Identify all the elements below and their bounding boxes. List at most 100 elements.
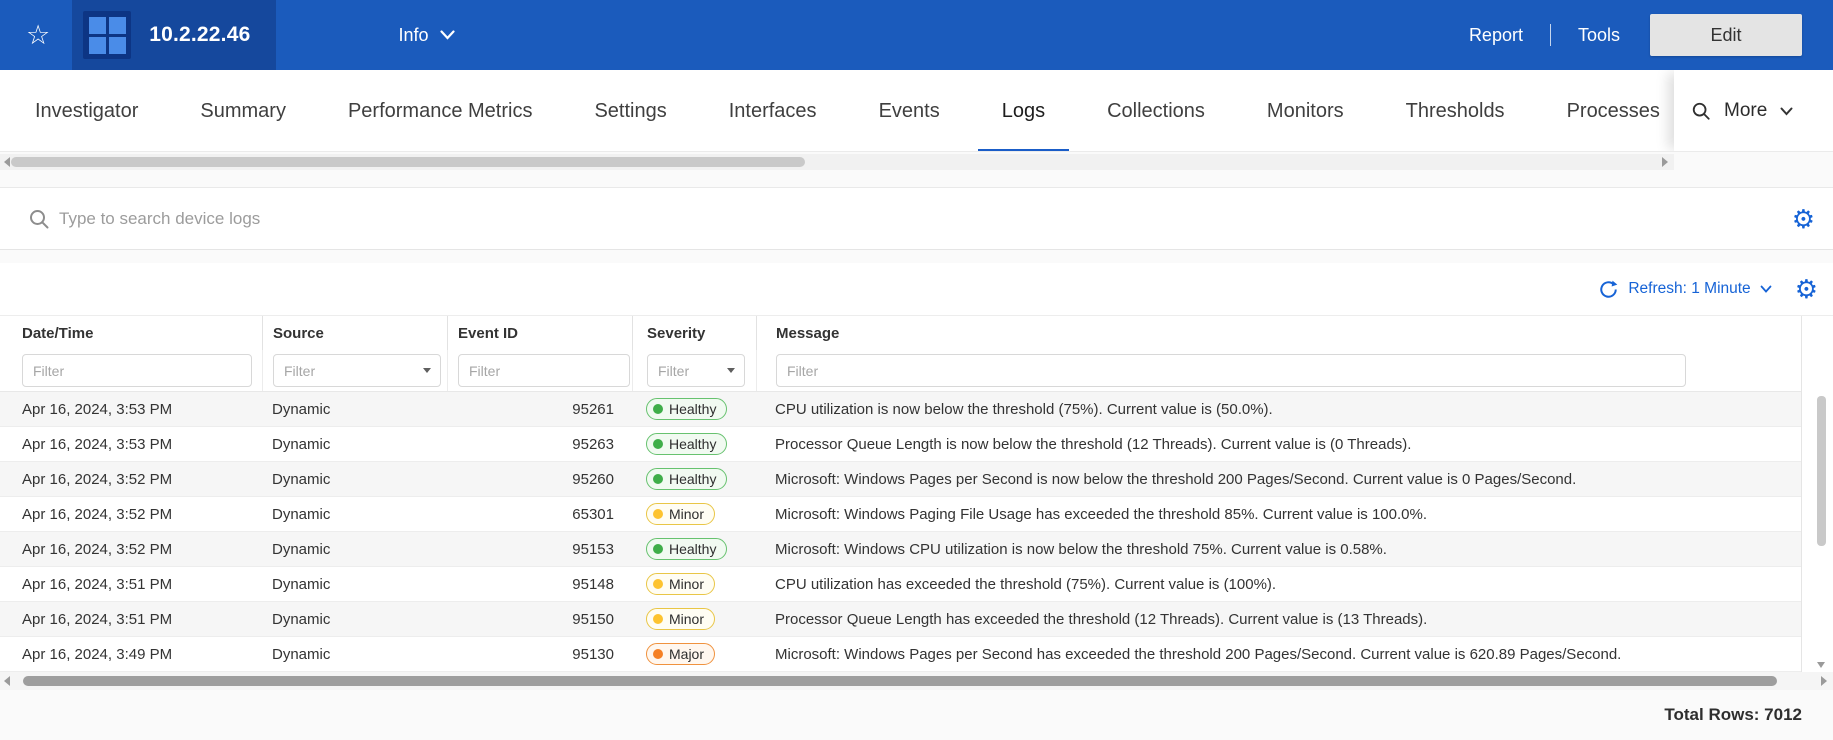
vertical-scrollbar-thumb[interactable] (1817, 396, 1826, 546)
log-source: Dynamic (272, 575, 331, 593)
log-datetime: Apr 16, 2024, 3:53 PM (22, 400, 173, 418)
tab-collections[interactable]: Collections (1076, 70, 1236, 151)
log-datetime: Apr 16, 2024, 3:51 PM (22, 575, 173, 593)
log-datetime: Apr 16, 2024, 3:53 PM (22, 435, 173, 453)
table-settings-gear-icon[interactable]: ⚙ (1795, 276, 1818, 302)
log-row: Apr 16, 2024, 3:53 PM Dynamic 95261 Heal… (0, 392, 1801, 427)
refresh-icon (1600, 280, 1618, 298)
search-settings-gear-icon[interactable]: ⚙ (1792, 206, 1815, 232)
log-table-header: Date/Time Source Event ID Severity Messa… (0, 316, 1801, 350)
log-event-id: 95263 (572, 435, 614, 453)
tabs-scrollbar (0, 152, 1833, 172)
horizontal-scrollbar-thumb[interactable] (23, 676, 1777, 686)
tab-thresholds[interactable]: Thresholds (1375, 70, 1536, 151)
tab-processes[interactable]: Processes (1536, 70, 1674, 151)
tab-monitors[interactable]: Monitors (1236, 70, 1375, 151)
log-message: Processor Queue Length is now below the … (775, 435, 1412, 453)
refresh-interval-dropdown[interactable]: Refresh: 1 Minute (1598, 279, 1772, 300)
log-table-filter-row (0, 350, 1801, 392)
device-investigator-page: ☆ 10.2.22.46 Info Report Tools Edit Inve… (0, 0, 1833, 740)
severity-label: Healthy (669, 401, 717, 417)
log-datetime: Apr 16, 2024, 3:52 PM (22, 470, 173, 488)
filter-message-input[interactable] (776, 354, 1686, 387)
severity-pill: Healthy (646, 468, 728, 490)
tab-events[interactable]: Events (848, 70, 971, 151)
tabs-scrollbar-track[interactable] (0, 154, 1674, 170)
log-row: Apr 16, 2024, 3:52 PM Dynamic 95153 Heal… (0, 532, 1801, 567)
windows-logo-icon (83, 11, 132, 59)
log-datetime: Apr 16, 2024, 3:51 PM (22, 610, 173, 628)
log-source: Dynamic (272, 435, 331, 453)
severity-label: Healthy (669, 541, 717, 557)
favorite-star-icon[interactable]: ☆ (26, 21, 50, 49)
scroll-right-arrow-icon[interactable] (1662, 157, 1668, 167)
severity-pill: Major (646, 643, 716, 665)
scroll-left-arrow-icon[interactable] (4, 157, 10, 167)
log-message: Processor Queue Length has exceeded the … (775, 610, 1428, 628)
info-dropdown[interactable]: Info (398, 24, 455, 46)
log-row: Apr 16, 2024, 3:51 PM Dynamic 95148 Mino… (0, 567, 1801, 602)
filter-event-id-input[interactable] (458, 354, 630, 387)
search-input[interactable] (59, 208, 1724, 229)
log-message: Microsoft: Windows CPU utilization is no… (775, 540, 1387, 558)
tab-search-icon[interactable] (1691, 101, 1711, 121)
horizontal-scrollbar[interactable] (0, 672, 1833, 690)
severity-label: Minor (669, 576, 705, 592)
more-menu[interactable]: More (1674, 70, 1833, 151)
log-source: Dynamic (272, 470, 331, 488)
vertical-scrollbar[interactable] (1816, 394, 1827, 670)
log-source: Dynamic (272, 400, 331, 418)
column-header-source[interactable]: Source (262, 316, 447, 350)
refresh-interval-label: Refresh: 1 Minute (1628, 280, 1751, 297)
severity-pill: Minor (646, 503, 716, 525)
log-event-id: 65301 (572, 505, 614, 523)
column-header-severity[interactable]: Severity (632, 316, 756, 350)
filter-source-select[interactable] (273, 354, 441, 387)
tab-settings[interactable]: Settings (563, 70, 697, 151)
tabs-scrollbar-thumb[interactable] (11, 157, 805, 167)
severity-label: Minor (669, 506, 705, 522)
scroll-left-arrow-icon[interactable] (4, 676, 10, 686)
severity-pill: Minor (646, 573, 716, 595)
total-rows-label: Total Rows: 7012 (1664, 705, 1802, 724)
tab-performance-metrics[interactable]: Performance Metrics (317, 70, 564, 151)
scroll-right-arrow-icon[interactable] (1821, 676, 1827, 686)
log-message: Microsoft: Windows Pages per Second has … (775, 645, 1622, 663)
topbar: ☆ 10.2.22.46 Info Report Tools Edit (0, 0, 1833, 70)
severity-dot-icon (653, 404, 663, 414)
log-search-bar: ⚙ (0, 187, 1833, 250)
filter-severity-select[interactable] (647, 354, 745, 387)
filter-datetime-input[interactable] (22, 354, 252, 387)
tab-summary[interactable]: Summary (169, 70, 317, 151)
list-view-icon[interactable] (1724, 211, 1748, 227)
column-header-datetime[interactable]: Date/Time (0, 316, 262, 350)
log-row: Apr 16, 2024, 3:52 PM Dynamic 65301 Mino… (0, 497, 1801, 532)
scroll-down-arrow-icon[interactable] (1817, 662, 1825, 668)
tab-investigator[interactable]: Investigator (4, 70, 169, 151)
refresh-toolbar: Refresh: 1 Minute ⚙ (0, 263, 1833, 316)
topbar-actions: Report Tools Edit (1469, 14, 1833, 56)
column-header-event-id[interactable]: Event ID (447, 316, 632, 350)
severity-pill: Healthy (646, 538, 728, 560)
severity-dot-icon (653, 579, 663, 589)
severity-dot-icon (653, 544, 663, 554)
tab-interfaces[interactable]: Interfaces (698, 70, 848, 151)
log-datetime: Apr 16, 2024, 3:52 PM (22, 540, 173, 558)
report-button[interactable]: Report (1469, 25, 1523, 46)
search-icon (30, 209, 49, 228)
column-header-message[interactable]: Message (756, 316, 1801, 350)
log-source: Dynamic (272, 540, 331, 558)
severity-label: Healthy (669, 471, 717, 487)
info-dropdown-label: Info (398, 24, 429, 45)
log-datetime: Apr 16, 2024, 3:49 PM (22, 645, 173, 663)
severity-pill: Healthy (646, 433, 728, 455)
tab-logs[interactable]: Logs (971, 70, 1076, 151)
status-bar: Total Rows: 7012 (0, 690, 1833, 740)
log-row: Apr 16, 2024, 3:53 PM Dynamic 95263 Heal… (0, 427, 1801, 462)
device-title-block: 10.2.22.46 (72, 0, 277, 70)
severity-label: Major (669, 646, 705, 662)
tools-button[interactable]: Tools (1578, 25, 1620, 46)
chevron-down-icon (439, 30, 455, 40)
edit-button[interactable]: Edit (1650, 14, 1802, 56)
log-event-id: 95153 (572, 540, 614, 558)
